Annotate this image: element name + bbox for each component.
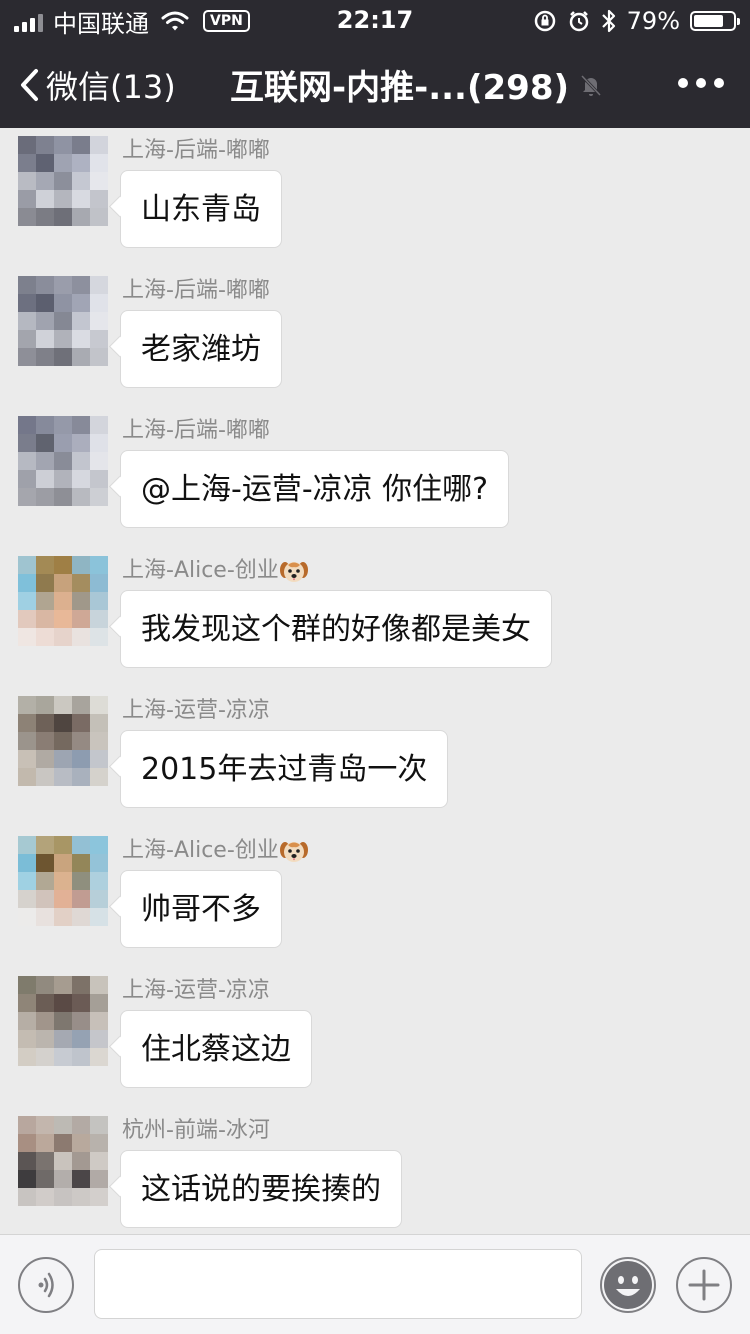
message-row: 上海-后端-嘟嘟 @上海-运营-凉凉 你住哪?: [0, 412, 750, 552]
sender-name-text: 上海-后端-嘟嘟: [122, 278, 270, 303]
message-row: 上海-后端-嘟嘟老家潍坊: [0, 272, 750, 412]
status-right: 79%: [533, 6, 740, 36]
message-row: 上海-运营-凉凉住北蔡这边: [0, 972, 750, 1112]
sender-name: 上海-Alice-创业: [122, 832, 309, 864]
sender-name: 上海-后端-嘟嘟: [122, 132, 270, 164]
input-bar: [0, 1234, 750, 1334]
message-bubble[interactable]: 2015年去过青岛一次: [120, 730, 449, 808]
sender-name-text: 上海-后端-嘟嘟: [122, 138, 270, 163]
top-bar: 中国联通 VPN 22:17 79% 微信(13) 互联网-内推-...(298…: [0, 0, 750, 128]
avatar[interactable]: [18, 836, 108, 926]
emoji-button[interactable]: [600, 1257, 656, 1313]
sender-name: 上海-运营-凉凉: [122, 692, 270, 724]
sender-name-text: 杭州-前端-冰河: [122, 1118, 270, 1143]
sender-name-text: 上海-Alice-创业: [122, 838, 279, 863]
sender-name: 杭州-前端-冰河: [122, 1112, 270, 1144]
message-row: 上海-Alice-创业帅哥不多: [0, 832, 750, 972]
chat-title-text: 互联网-内推-...(298): [230, 68, 570, 108]
bluetooth-icon: [601, 9, 615, 33]
back-button[interactable]: 微信(13): [18, 62, 176, 108]
back-label: 微信(13): [46, 68, 176, 106]
status-bar: 中国联通 VPN 22:17 79%: [0, 0, 750, 40]
nav-bar: 微信(13) 互联网-内推-...(298): [0, 40, 750, 128]
chat-title: 互联网-内推-...(298): [230, 60, 603, 109]
sender-name: 上海-后端-嘟嘟: [122, 412, 270, 444]
avatar[interactable]: [18, 1116, 108, 1206]
sender-name: 上海-Alice-创业: [122, 552, 309, 584]
message-bubble[interactable]: 帅哥不多: [120, 870, 282, 948]
battery-icon: [690, 11, 740, 31]
message-row: 杭州-前端-冰河这话说的要挨揍的: [0, 1112, 750, 1234]
sender-name-text: 上海-运营-凉凉: [122, 698, 270, 723]
voice-icon: [38, 1272, 54, 1298]
message-bubble[interactable]: 我发现这个群的好像都是美女: [120, 590, 552, 668]
message-row: 上海-运营-凉凉 2015年去过青岛一次: [0, 692, 750, 832]
plus-icon: [688, 1269, 720, 1301]
avatar[interactable]: [18, 976, 108, 1066]
more-button[interactable]: [678, 78, 724, 88]
sender-name-text: 上海-运营-凉凉: [122, 978, 270, 1003]
emoji-icon: [604, 1261, 652, 1309]
sender-name: 上海-后端-嘟嘟: [122, 272, 270, 304]
chevron-left-icon: [21, 69, 38, 101]
avatar[interactable]: [18, 556, 108, 646]
mute-bell-icon: [580, 74, 602, 96]
dog-emoji-icon: [279, 842, 308, 862]
message-list[interactable]: 上海-后端-嘟嘟 山东青岛 上海-后端-嘟嘟 老家潍坊 上海-后端-嘟嘟 @上海-运营-凉…: [0, 128, 750, 1234]
sender-name: 上海-运营-凉凉: [122, 972, 270, 1004]
alarm-icon: [569, 11, 588, 32]
avatar[interactable]: [18, 696, 108, 786]
voice-button[interactable]: [18, 1257, 74, 1313]
avatar[interactable]: [18, 276, 108, 366]
message-bubble[interactable]: 老家潍坊: [120, 310, 282, 388]
plus-button[interactable]: [676, 1257, 732, 1313]
avatar[interactable]: [18, 416, 108, 506]
message-row: 上海-Alice-创业我发现这个群的好像都是美女: [0, 552, 750, 692]
sender-name-text: 上海-Alice-创业: [122, 558, 279, 583]
sender-name-text: 上海-后端-嘟嘟: [122, 418, 270, 443]
message-row: 上海-后端-嘟嘟山东青岛: [0, 132, 750, 272]
message-bubble[interactable]: 这话说的要挨揍的: [120, 1150, 402, 1228]
message-bubble[interactable]: 住北蔡这边: [120, 1010, 312, 1088]
message-input[interactable]: [94, 1249, 582, 1319]
battery-percent: 79%: [626, 7, 680, 35]
avatar[interactable]: [18, 136, 108, 226]
message-bubble[interactable]: @上海-运营-凉凉 你住哪?: [120, 450, 510, 528]
message-bubble[interactable]: 山东青岛: [120, 170, 282, 248]
rotation-lock-icon: [534, 10, 555, 32]
dog-emoji-icon: [279, 562, 308, 582]
